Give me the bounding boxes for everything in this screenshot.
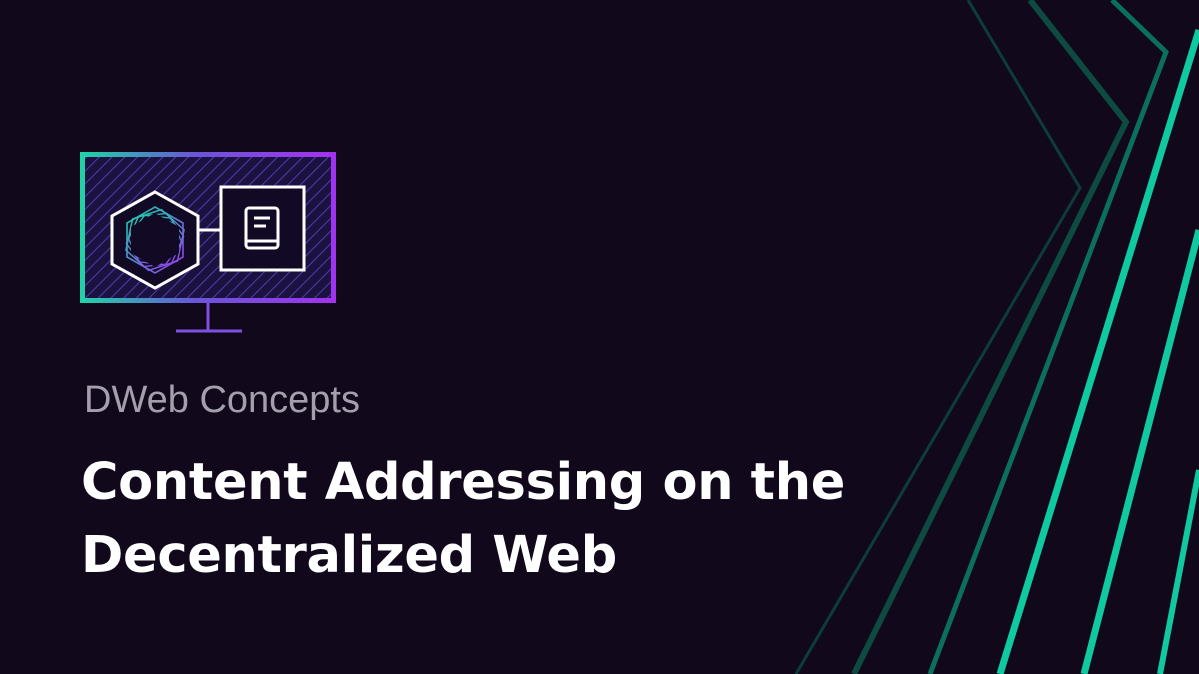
title-line-2: Decentralized Web [81, 526, 617, 585]
category-label: DWeb Concepts [84, 379, 360, 421]
page-title: Content Addressing on the Decentralized … [81, 446, 981, 592]
book-icon [219, 185, 306, 272]
title-line-1: Content Addressing on the [81, 453, 846, 512]
monitor-illustration [80, 152, 336, 333]
